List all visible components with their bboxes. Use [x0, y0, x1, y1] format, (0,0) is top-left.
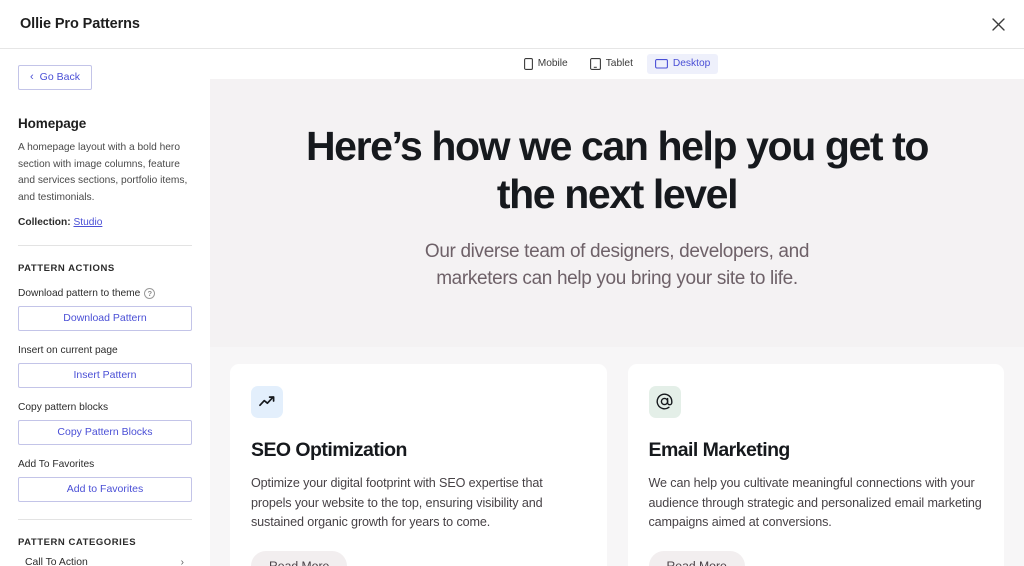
modal-header: Ollie Pro Patterns [0, 0, 1024, 49]
category-label: Call To Action [25, 557, 88, 566]
trending-up-icon [251, 385, 283, 418]
add-to-favorites-button[interactable]: Add to Favorites [18, 477, 192, 503]
pattern-categories-heading: PATTERN CATEGORIES [18, 537, 137, 549]
device-toggle-mobile[interactable]: Mobile [516, 54, 576, 74]
service-card-body: Optimize your digital footprint with SEO… [251, 475, 543, 530]
collection-link[interactable]: Studio [73, 217, 102, 228]
insert-pattern-label: Insert on current page [18, 345, 118, 357]
read-more-button[interactable]: Read More [648, 550, 745, 566]
page-title: Ollie Pro Patterns [20, 16, 140, 32]
copy-pattern-blocks-label: Copy pattern blocks [18, 402, 109, 414]
device-toggle-tablet[interactable]: Tablet [582, 54, 641, 74]
go-back-label: Go Back [39, 71, 80, 84]
help-circle-icon[interactable]: ? [144, 288, 156, 300]
chevron-right-icon: › [180, 557, 184, 566]
pattern-actions-heading: PATTERN ACTIONS [18, 263, 115, 275]
modal-body: ‹ Go Back Homepage A homepage layout wit… [0, 49, 1024, 566]
pattern-description: A homepage layout with a bold hero secti… [18, 142, 188, 203]
insert-pattern-button[interactable]: Insert Pattern [18, 363, 192, 389]
service-card[interactable]: SEO Optimization Optimize your digital f… [230, 363, 607, 566]
device-toggle-desktop[interactable]: Desktop [646, 54, 719, 74]
go-back-button[interactable]: ‹ Go Back [18, 65, 92, 90]
copy-pattern-blocks-button[interactable]: Copy Pattern Blocks [18, 420, 192, 446]
sidebar-divider-2 [18, 519, 192, 521]
service-card[interactable]: Email Marketing We can help you cultivat… [627, 363, 1004, 566]
download-pattern-label-row: Download pattern to theme ? [18, 288, 192, 300]
pattern-sidebar: ‹ Go Back Homepage A homepage layout wit… [0, 49, 210, 566]
services-card-grid: SEO Optimization Optimize your digital f… [210, 346, 1024, 566]
tablet-icon [589, 58, 601, 70]
close-icon [991, 17, 1005, 31]
sidebar-divider [18, 245, 192, 247]
collection-label: Collection: [18, 217, 71, 229]
service-card-body: We can help you cultivate meaningful con… [648, 475, 982, 530]
desktop-icon [654, 58, 668, 70]
hero-heading: Here’s how we can help you get to the ne… [305, 123, 929, 217]
pattern-preview-panel: Mobile Tablet Desktop Here’s how we can … [210, 49, 1024, 566]
add-to-favorites-label-row: Add To Favorites [18, 459, 192, 470]
pattern-title: Homepage [18, 116, 87, 131]
device-toggle-label: Mobile [537, 57, 568, 69]
at-sign-icon [648, 385, 681, 418]
insert-pattern-label-row: Insert on current page [18, 345, 192, 356]
read-more-button[interactable]: Read More [251, 550, 348, 566]
service-card-title: SEO Optimization [251, 438, 407, 461]
category-call-to-action[interactable]: Call To Action › [18, 548, 192, 566]
preview-canvas[interactable]: Here’s how we can help you get to the ne… [210, 79, 1024, 566]
service-card-title: Email Marketing [648, 438, 791, 461]
device-toggle-label: Desktop [672, 57, 711, 69]
collection-row: Collection: Studio [18, 217, 192, 228]
device-toggle-group: Mobile Tablet Desktop [210, 49, 1024, 79]
copy-pattern-blocks-label-row: Copy pattern blocks [18, 402, 192, 413]
add-to-favorites-label: Add To Favorites [18, 459, 95, 471]
device-toggle-label: Tablet [605, 57, 633, 69]
chevron-left-icon: ‹ [30, 71, 34, 83]
close-button[interactable] [982, 8, 1014, 40]
hero-subheading: Our diverse team of designers, developer… [424, 240, 810, 289]
mobile-icon [523, 58, 533, 70]
download-pattern-button[interactable]: Download Pattern [18, 306, 192, 332]
download-pattern-label: Download pattern to theme [18, 288, 141, 300]
hero-section: Here’s how we can help you get to the ne… [210, 79, 1024, 329]
